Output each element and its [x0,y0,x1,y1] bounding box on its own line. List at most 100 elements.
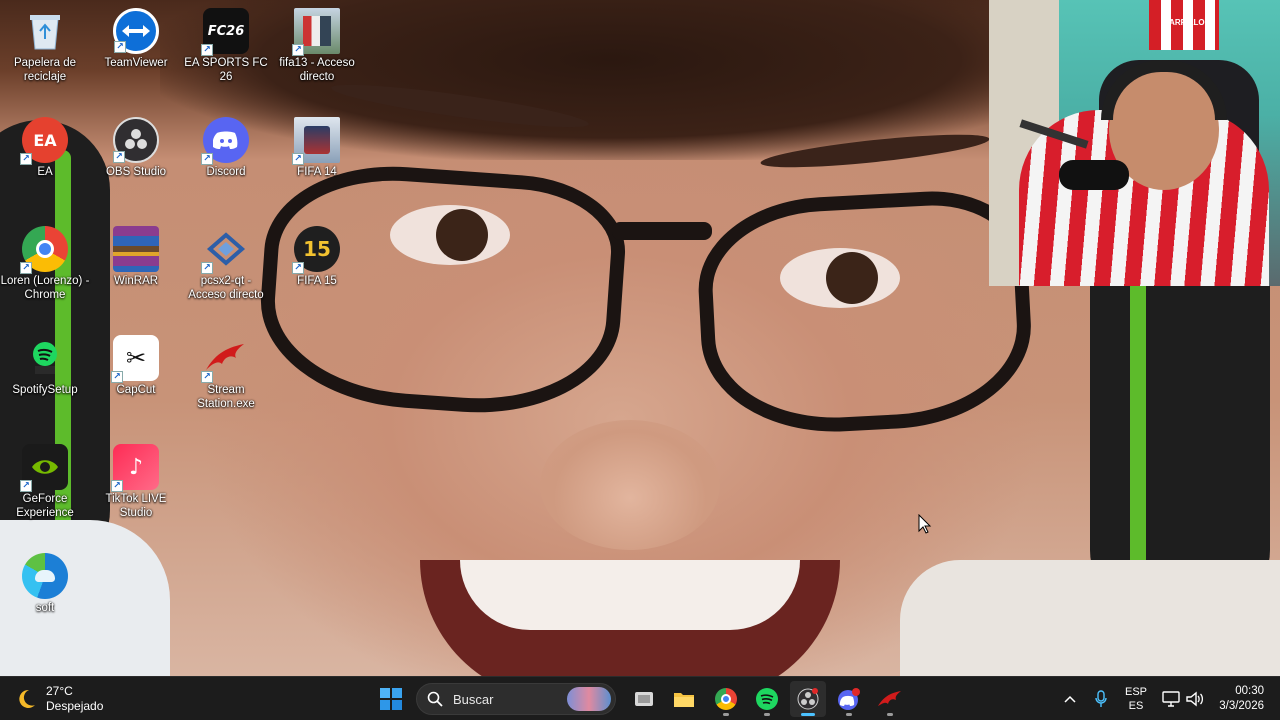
spotify-icon [22,335,68,381]
desktop-icon-fc26[interactable]: FC26 ↗ EA SPORTS FC 26 [181,0,271,84]
desktop-icon-label: SpotifySetup [12,384,78,396]
tray-language[interactable]: ESP ES [1118,681,1154,717]
desktop-icon-chrome[interactable]: ↗ Loren (Lorenzo) - Chrome [0,218,90,302]
desktop-icon-label: TeamViewer [104,57,168,69]
desktop-icon-label: pcsx2-qt - Acceso directo [188,275,264,301]
webcam-jersey: CARRILLO [1149,0,1219,50]
task-view-icon [635,692,653,706]
desktop-icon-label: fifa13 - Acceso directo [279,57,355,83]
tiktok-icon: ♪ ↗ [111,444,159,492]
nvidia-icon: ↗ [20,444,68,492]
wallpaper-glasses-right [694,186,1036,439]
desktop-icon-tiktok-live[interactable]: ♪ ↗ TikTok LIVE Studio [91,436,181,520]
taskbar-file-explorer[interactable] [666,681,702,717]
desktop-icon-fifa15[interactable]: 15 ↗ FIFA 15 [272,218,362,288]
edge-icon [22,553,68,599]
recycle-bin-icon [22,8,68,54]
taskbar-chrome[interactable] [708,681,744,717]
desktop-icon-label: Stream Station.exe [197,384,255,410]
desktop-icon-label: GeForce Experience [16,493,74,519]
capcut-icon: ✂ ↗ [111,335,159,383]
mouse-cursor-icon [918,514,932,534]
desktop-icon-edge[interactable]: soft [0,545,90,615]
desktop-icon-label: WinRAR [113,275,159,287]
weather-condition: Despejado [46,699,104,713]
fc26-icon: FC26 ↗ [201,8,249,56]
taskbar-spotify[interactable] [749,681,785,717]
obs-icon: ↗ [113,117,159,163]
desktop-icon-label: Papelera de reciclaje [13,57,77,83]
winrar-icon [113,226,159,272]
speaker-icon [1186,691,1204,707]
desktop-icon-label: Loren (Lorenzo) - Chrome [0,275,90,301]
redragon-icon: ↗ [201,335,249,383]
desktop-icon-stream-station[interactable]: ↗ Stream Station.exe [181,327,271,411]
webcam-microphone [1059,160,1129,190]
desktop-icon-label: soft [35,602,55,614]
desktop-icon-label: EA [37,166,53,178]
weather-temperature: 27°C [46,684,73,698]
clock-time: 00:30 [1235,685,1264,697]
wallpaper-mouth [420,560,840,676]
desktop-icon-label: FIFA 14 [297,166,337,178]
tray-network[interactable] [1160,681,1182,717]
weather-widget[interactable]: 27°C Despejado [14,681,103,717]
taskbar-redragon[interactable] [872,681,908,717]
tray-microphone[interactable] [1090,681,1112,717]
chevron-up-icon [1064,695,1076,703]
spotify-icon [756,688,778,710]
desktop-icon-capcut[interactable]: ✂ ↗ CapCut [91,327,181,397]
desktop-icon-winrar[interactable]: WinRAR [91,218,181,288]
taskbar-search-box[interactable]: Buscar [416,683,616,715]
teamviewer-icon: ↗ [113,8,159,54]
ea-icon: EA ↗ [20,117,68,165]
webcam-overlay: CARRILLO [989,0,1280,286]
desktop-icon-geforce[interactable]: ↗ GeForce Experience [0,436,90,520]
clock-date: 3/3/2026 [1219,700,1264,712]
language-code: ESP [1124,686,1147,698]
fifa14-icon: ↗ [292,117,340,165]
desktop-icon-label: CapCut [116,384,156,396]
tray-overflow-button[interactable] [1058,681,1082,717]
desktop-icon-obs[interactable]: ↗ OBS Studio [91,109,181,179]
folder-icon [674,693,694,707]
pcsx2-icon: ↗ [201,226,249,274]
fifa15-icon: 15 ↗ [292,226,340,274]
desktop-icon-spotify-setup[interactable]: SpotifySetup [0,327,90,397]
discord-icon [838,688,860,710]
desktop-icon-label: TikTok LIVE Studio [105,493,167,519]
microphone-icon [1095,690,1107,707]
fifa13-icon: ↗ [292,8,340,56]
wallpaper-glasses-left [254,157,630,423]
chrome-icon [715,688,737,710]
tray-clock[interactable]: 00:30 3/3/2026 [1212,681,1264,717]
taskbar: 27°C Despejado Buscar ESP ES 00:30 3/3/2… [0,676,1280,720]
keyboard-layout: ES [1128,700,1144,712]
search-highlight-image [567,687,611,711]
desktop-icon-label: OBS Studio [105,166,167,178]
search-placeholder: Buscar [453,691,494,707]
desktop-icon-ea[interactable]: EA ↗ EA [0,109,90,179]
windows-start-icon [380,688,402,710]
taskbar-obs[interactable] [790,681,826,717]
desktop-icon-fifa14[interactable]: ↗ FIFA 14 [272,109,362,179]
desktop-icon-pcsx2[interactable]: ↗ pcsx2-qt - Acceso directo [181,218,271,302]
chrome-icon: ↗ [20,226,68,274]
desktop-icon-teamviewer[interactable]: ↗ TeamViewer [91,0,181,70]
search-icon [427,691,443,707]
taskbar-task-view[interactable] [626,681,662,717]
desktop-icon-recycle-bin[interactable]: Papelera de reciclaje [0,0,90,84]
start-button[interactable] [373,681,409,717]
desktop-icon-discord[interactable]: ↗ Discord [181,109,271,179]
discord-icon: ↗ [201,117,249,165]
tray-volume[interactable] [1184,681,1206,717]
network-monitor-icon [1162,691,1180,707]
taskbar-discord[interactable] [831,681,867,717]
redragon-icon [878,691,901,706]
desktop-icon-fifa13[interactable]: ↗ fifa13 - Acceso directo [272,0,362,84]
obs-icon [797,688,819,710]
desktop-icon-label: Discord [206,166,246,178]
desktop-icon-label: FIFA 15 [297,275,337,287]
moon-icon [14,687,38,711]
desktop-icon-label: EA SPORTS FC 26 [184,57,268,83]
